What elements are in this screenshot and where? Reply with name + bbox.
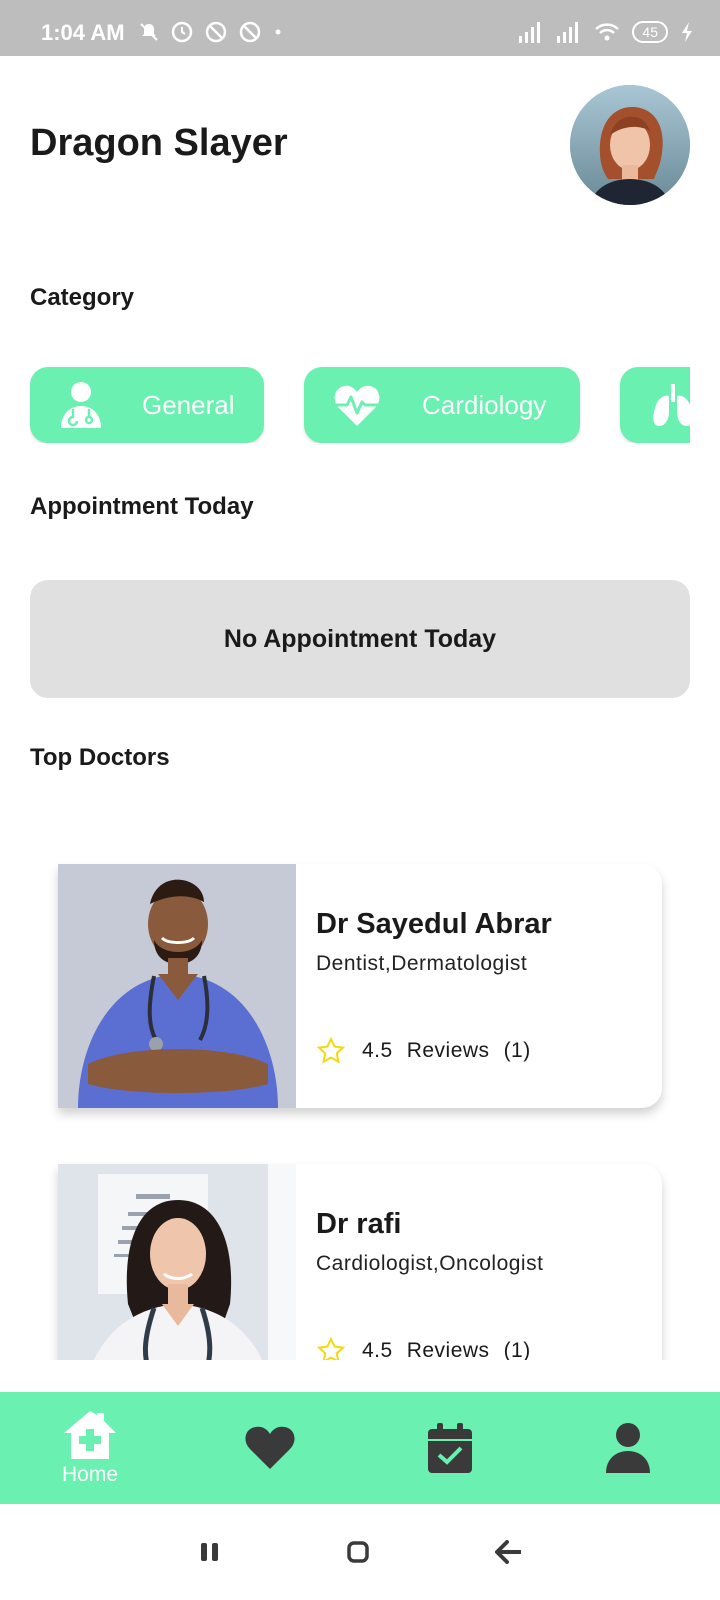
nav-profile[interactable] xyxy=(588,1392,668,1504)
star-icon xyxy=(316,1036,346,1064)
rating-value: 4.5 xyxy=(362,1339,393,1360)
home-square-icon xyxy=(347,1541,369,1563)
person-icon xyxy=(606,1423,650,1473)
doctor-icon xyxy=(61,382,101,428)
charging-icon xyxy=(682,22,692,42)
battery-indicator: 45 xyxy=(632,21,668,43)
doctor-card[interactable]: Dr rafi Cardiologist,Oncologist 4.5 Revi… xyxy=(58,1164,662,1360)
blocked-icon xyxy=(205,21,227,43)
star-icon xyxy=(316,1336,346,1360)
nav-appointments[interactable] xyxy=(410,1392,490,1504)
clock-icon xyxy=(171,21,193,43)
rating-value: 4.5 xyxy=(362,1039,393,1062)
user-name: Dragon Slayer xyxy=(30,122,288,164)
recents-button[interactable] xyxy=(194,1536,226,1568)
appointment-card[interactable]: No Appointment Today xyxy=(30,580,690,698)
doctor-rating: 4.5 Reviews (1) xyxy=(316,1336,545,1360)
heart-pulse-icon xyxy=(334,385,380,426)
doctor-name: Dr Sayedul Abrar xyxy=(316,908,552,940)
wifi-icon xyxy=(595,23,620,41)
signal-icon xyxy=(557,22,579,43)
reviews-label: Reviews xyxy=(406,1039,490,1062)
lungs-icon xyxy=(653,384,690,426)
category-heading: Category xyxy=(30,284,135,311)
signal-icon xyxy=(519,22,541,43)
heart-icon xyxy=(245,1426,295,1469)
home-system-button[interactable] xyxy=(342,1536,374,1568)
doctor-card[interactable]: Dr Sayedul Abrar Dentist,Dermatologist 4… xyxy=(58,864,662,1108)
category-label: General xyxy=(142,389,235,420)
category-list[interactable]: General Cardiology xyxy=(30,367,690,443)
home-icon xyxy=(64,1411,116,1459)
doctor-name: Dr rafi xyxy=(316,1208,402,1240)
blocked-icon xyxy=(239,21,261,43)
back-arrow-icon xyxy=(495,1540,521,1564)
dot-icon xyxy=(275,29,281,35)
status-time: 1:04 AM xyxy=(41,20,125,45)
doctor-rating: 4.5 Reviews (1) xyxy=(316,1036,545,1066)
calendar-check-icon xyxy=(428,1423,472,1473)
category-chip-pulmonology[interactable] xyxy=(620,367,690,443)
status-notification-icons xyxy=(138,20,284,44)
recents-icon xyxy=(201,1543,218,1561)
reviews-count: (1) xyxy=(503,1339,531,1360)
nav-home-label: Home xyxy=(61,1463,119,1486)
reviews-label: Reviews xyxy=(406,1339,490,1360)
top-doctors-heading: Top Doctors xyxy=(30,744,170,771)
doctor-specialty: Cardiologist,Oncologist xyxy=(316,1252,544,1275)
bottom-nav: Home xyxy=(0,1392,720,1504)
status-bar: 1:04 AM 45 xyxy=(0,0,720,56)
category-chip-cardiology[interactable]: Cardiology xyxy=(304,367,580,443)
status-system-icons: 45 xyxy=(518,20,694,44)
doctor-photo xyxy=(58,864,296,1108)
category-label: Cardiology xyxy=(422,389,547,420)
mute-bell-icon xyxy=(140,23,158,41)
appointment-empty-text: No Appointment Today xyxy=(223,624,497,653)
avatar-image xyxy=(570,85,690,205)
doctor-list[interactable]: Dr Sayedul Abrar Dentist,Dermatologist 4… xyxy=(0,820,720,1360)
nav-home[interactable]: Home xyxy=(50,1392,130,1504)
category-chip-general[interactable]: General xyxy=(30,367,264,443)
avatar[interactable] xyxy=(570,85,690,205)
nav-favorites[interactable] xyxy=(230,1392,310,1504)
system-nav-bar xyxy=(0,1504,720,1600)
appointment-heading: Appointment Today xyxy=(30,493,254,520)
reviews-count: (1) xyxy=(503,1039,531,1062)
doctor-specialty: Dentist,Dermatologist xyxy=(316,952,528,975)
back-button[interactable] xyxy=(492,1536,524,1568)
doctor-photo xyxy=(58,1164,296,1360)
